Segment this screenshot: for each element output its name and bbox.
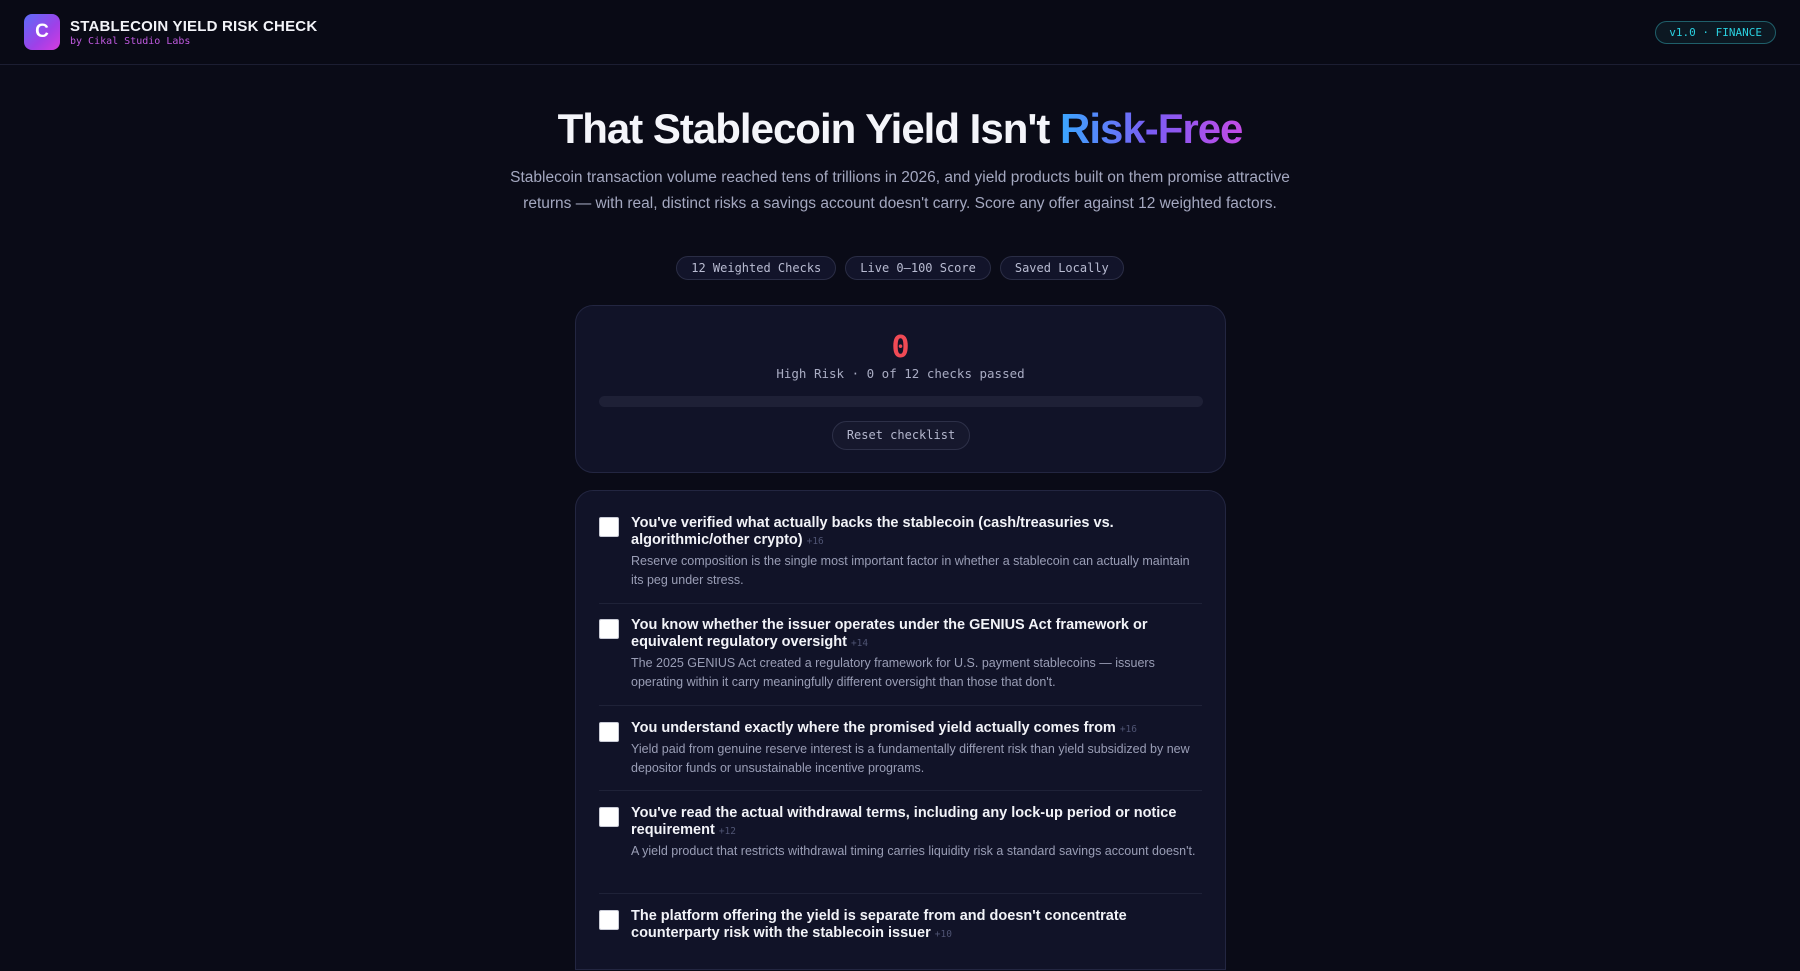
checklist-checkbox[interactable] xyxy=(599,910,619,930)
app-title: STABLECOIN YIELD RISK CHECK xyxy=(70,18,318,35)
version-badge: v1.0 · FINANCE xyxy=(1655,21,1776,44)
checklist-item-text: You've read the actual withdrawal terms,… xyxy=(631,805,1205,861)
checklist-item[interactable]: The platform offering the yield is separ… xyxy=(599,894,1202,971)
checklist-item[interactable]: You've verified what actually backs the … xyxy=(599,491,1202,604)
logo-letter: C xyxy=(35,21,49,42)
chip-weighted-checks: 12 Weighted Checks xyxy=(676,256,837,280)
checklist-item-text: You understand exactly where the promise… xyxy=(631,720,1205,777)
chip-saved-locally: Saved Locally xyxy=(999,256,1124,280)
checklist-item-weight: +16 xyxy=(806,536,824,547)
checklist-item-title-text: You've verified what actually backs the … xyxy=(631,515,1114,548)
score-card: 0 High Risk · 0 of 12 checks passed Rese… xyxy=(575,305,1226,473)
score-progress-bar xyxy=(599,396,1203,407)
checklist-checkbox[interactable] xyxy=(599,619,619,639)
page-description: Stablecoin transaction volume reached te… xyxy=(510,169,1290,212)
checklist-item-title: The platform offering the yield is separ… xyxy=(631,908,1205,943)
app-subtitle: by Cikal Studio Labs xyxy=(70,36,191,47)
risk-checklist: You've verified what actually backs the … xyxy=(575,490,1226,970)
checklist-item-weight: +12 xyxy=(718,826,736,837)
top-bar: C STABLECOIN YIELD RISK CHECK by Cikal S… xyxy=(0,0,1800,65)
page-title-main: That Stablecoin Yield Isn't xyxy=(557,105,1060,152)
page-title: That Stablecoin Yield Isn't Risk-Free xyxy=(0,105,1800,153)
checklist-item-title-text: You've read the actual withdrawal terms,… xyxy=(631,805,1177,838)
checklist-item-title: You understand exactly where the promise… xyxy=(631,720,1205,738)
checklist-item-weight: +16 xyxy=(1119,724,1137,735)
checklist-item-text: You've verified what actually backs the … xyxy=(631,515,1205,589)
score-status: High Risk · 0 of 12 checks passed xyxy=(776,366,1025,381)
checklist-item-description: Reserve composition is the single most i… xyxy=(631,554,1190,587)
checklist-item[interactable]: You understand exactly where the promise… xyxy=(599,706,1202,791)
reset-checklist-button[interactable]: Reset checklist xyxy=(832,421,970,450)
page-title-accent: Risk-Free xyxy=(1060,105,1243,152)
checklist-item-title-text: The platform offering the yield is separ… xyxy=(631,908,1127,941)
checklist-checkbox[interactable] xyxy=(599,517,619,537)
checklist-item-title-text: You know whether the issuer operates und… xyxy=(631,617,1148,650)
checklist-item-description: The 2025 GENIUS Act created a regulatory… xyxy=(631,656,1155,689)
checklist-item[interactable]: You've read the actual withdrawal terms,… xyxy=(599,791,1202,894)
checklist-item-text: The platform offering the yield is separ… xyxy=(631,908,1205,943)
checklist-checkbox[interactable] xyxy=(599,807,619,827)
checklist-checkbox[interactable] xyxy=(599,722,619,742)
chip-live-score: Live 0–100 Score xyxy=(845,256,991,280)
checklist-item-description: A yield product that restricts withdrawa… xyxy=(631,844,1196,858)
checklist-item-description: Yield paid from genuine reserve interest… xyxy=(631,742,1190,775)
checklist-item-title: You've read the actual withdrawal terms,… xyxy=(631,805,1205,840)
checklist-item-title-text: You understand exactly where the promise… xyxy=(631,720,1116,736)
score-value: 0 xyxy=(891,330,910,365)
checklist-item[interactable]: You know whether the issuer operates und… xyxy=(599,604,1202,706)
checklist-item-text: You know whether the issuer operates und… xyxy=(631,617,1205,691)
checklist-item-title: You've verified what actually backs the … xyxy=(631,515,1205,550)
app-logo: C xyxy=(24,14,60,50)
checklist-item-title: You know whether the issuer operates und… xyxy=(631,617,1205,652)
feature-chips: 12 Weighted Checks Live 0–100 Score Save… xyxy=(0,256,1800,280)
checklist-item-weight: +14 xyxy=(850,638,869,649)
checklist-item-weight: +10 xyxy=(934,929,952,940)
